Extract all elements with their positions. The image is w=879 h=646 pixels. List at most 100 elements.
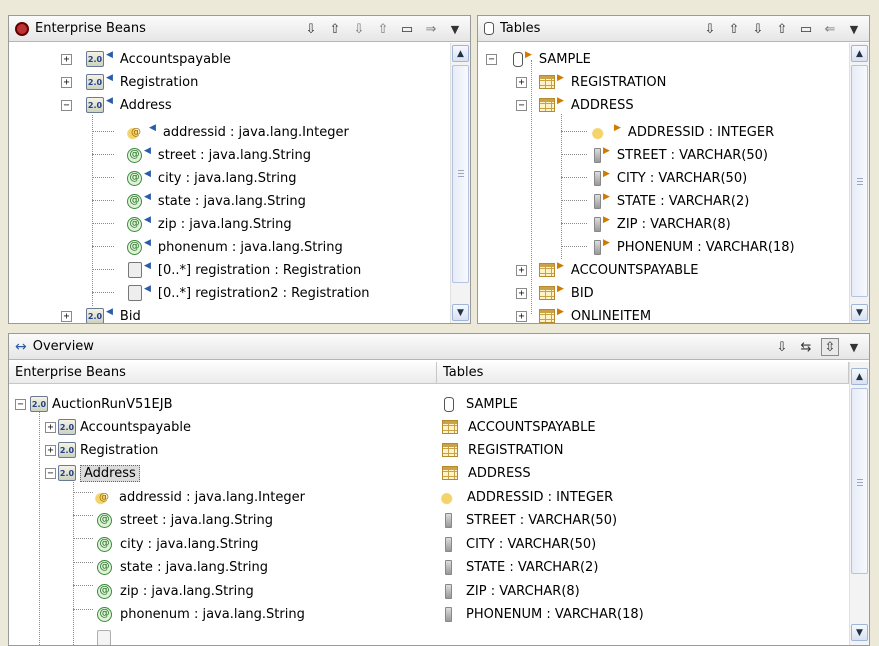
table-row-mapped[interactable]: REGISTRATION [442,439,563,461]
tree-item-phonenum-column[interactable]: ▶ PHONENUM : VARCHAR(18) [594,236,795,258]
next-unmapped-icon[interactable]: ⇩ [749,20,767,38]
tree-item-registration[interactable]: + 2.0 ◀ Registration [61,71,198,93]
view-menu-icon[interactable]: ▼ [845,338,863,356]
tree-item-zip-column[interactable]: ▶ ZIP : VARCHAR(8) [594,213,731,235]
scroll-thumb[interactable] [452,65,469,283]
tree-item-address[interactable]: − 2.0 ◀ Address [61,94,172,116]
table-row[interactable]: @ addressid : java.lang.Integer [93,486,305,508]
view-menu-icon[interactable]: ▼ [446,20,464,38]
tree-item-city-column[interactable]: ▶ CITY : VARCHAR(50) [594,167,747,189]
tree-item-label: Accountspayable [119,51,231,67]
scroll-up-button[interactable]: ▲ [851,368,868,385]
expand-icon[interactable]: + [61,53,72,65]
collapse-all-icon[interactable]: ▭ [797,20,815,38]
table-cell: ADDRESS [468,465,531,481]
tree-item-addressid[interactable]: @ ◀ addressid : java.lang.Integer [125,121,349,143]
collapse-icon[interactable]: − [516,99,527,111]
tree-item-zip[interactable]: @ ◀ zip : java.lang.String [127,213,292,235]
ejb-bean-icon: 2.0 [86,308,104,323]
table-row[interactable]: @ city : java.lang.String [97,533,259,555]
expand-icon[interactable]: + [516,287,527,299]
top-down-view-icon[interactable]: ⇳ [821,338,839,356]
create-mapping-icon[interactable]: ⇩ [302,20,320,38]
table-row[interactable]: − 2.0 AuctionRunV51EJB [15,393,173,415]
collapse-all-icon[interactable]: ▭ [398,20,416,38]
tree-item-onlineitem-table[interactable]: + ▶ ONLINEITEM [516,305,651,323]
tables-tree: − ▶ SAMPLE + ▶ REGISTRATION − ▶ ADDRESS … [478,44,847,323]
view-menu-icon[interactable]: ▼ [845,20,863,38]
remove-mapping-icon[interactable]: ⇧ [725,20,743,38]
expand-icon[interactable]: + [61,310,72,322]
tree-item-street-column[interactable]: ▶ STREET : VARCHAR(50) [594,144,768,166]
table-row-mapped[interactable]: CITY : VARCHAR(50) [445,533,596,555]
table-row[interactable]: @ street : java.lang.String [97,509,273,531]
table-row[interactable]: @ zip : java.lang.String [97,580,254,602]
expand-icon[interactable]: + [516,76,527,88]
table-row-mapped[interactable]: ZIP : VARCHAR(8) [445,580,580,602]
column-header-tables[interactable]: Tables [437,362,849,384]
previous-unmapped-icon[interactable]: ⇧ [773,20,791,38]
next-unmapped-icon[interactable]: ⇩ [350,20,368,38]
mapping-marker-icon: ▶ [557,73,564,83]
table-row-mapped[interactable]: SAMPLE [444,393,518,415]
scroll-thumb[interactable] [851,388,868,574]
expand-icon[interactable]: + [61,76,72,88]
tree-item-bid-table[interactable]: + ▶ BID [516,282,594,304]
swap-view-icon[interactable]: ⇆ [797,338,815,356]
collapse-icon[interactable]: − [15,398,26,410]
overview-toolbar: ⇩ ⇆ ⇳ ▼ [773,338,863,356]
tree-item-registration2-relationship[interactable]: ◀ [0..*] registration2 : Registration [128,282,370,304]
beans-vertical-scrollbar[interactable]: ▲ ▼ [450,43,470,323]
table-row-mapped[interactable]: ADDRESSID : INTEGER [439,486,613,508]
tree-item-accountspayable-table[interactable]: + ▶ ACCOUNTSPAYABLE [516,259,699,281]
collapse-icon[interactable]: − [486,53,497,65]
table-row-mapped[interactable]: ADDRESS [442,462,531,484]
remove-mapping-icon[interactable]: ⇧ [326,20,344,38]
tree-item-bid[interactable]: + 2.0 ◀ Bid [61,305,141,324]
table-row-mapped[interactable]: STREET : VARCHAR(50) [445,509,617,531]
tables-vertical-scrollbar[interactable]: ▲ ▼ [849,43,869,323]
tree-item-label: Bid [119,308,141,324]
scroll-up-button[interactable]: ▲ [851,45,868,62]
tree-item-registration-table[interactable]: + ▶ REGISTRATION [516,71,666,93]
table-row[interactable]: @ state : java.lang.String [97,556,268,578]
tree-item-accountspayable[interactable]: + 2.0 ◀ Accountspayable [61,48,231,70]
table-icon [539,75,555,89]
scroll-thumb[interactable] [851,65,868,297]
tree-item-city[interactable]: @ ◀ city : java.lang.String [127,167,297,189]
table-icon [442,420,458,434]
expand-icon[interactable]: + [516,310,527,322]
collapse-icon[interactable]: − [61,99,72,111]
table-row[interactable]: @ phonenum : java.lang.String [97,603,305,625]
scroll-down-button[interactable]: ▼ [851,304,868,321]
table-row-mapped[interactable]: ACCOUNTSPAYABLE [442,416,596,438]
table-row-mapped[interactable]: STATE : VARCHAR(2) [445,556,598,578]
scroll-down-button[interactable]: ▼ [452,304,469,321]
table-row[interactable]: + 2.0 Accountspayable [45,416,191,438]
tree-item-addressid-column[interactable]: ▶ ADDRESSID : INTEGER [590,121,774,143]
column-header-enterprise-beans[interactable]: Enterprise Beans [9,362,437,384]
create-mapping-icon[interactable]: ⇩ [701,20,719,38]
next-mapped-icon[interactable]: ⇩ [773,338,791,356]
overview-vertical-scrollbar[interactable]: ▲ ▼ [849,362,869,645]
previous-unmapped-icon[interactable]: ⇧ [374,20,392,38]
expand-icon[interactable]: + [516,264,527,276]
tree-item-address-table[interactable]: − ▶ ADDRESS [516,94,634,116]
tree-item-registration-relationship[interactable]: ◀ [0..*] registration : Registration [128,259,361,281]
scroll-down-button[interactable]: ▼ [851,624,868,641]
table-row-selected[interactable]: − 2.0 Address [45,462,140,484]
collapse-icon[interactable]: − [45,467,56,479]
table-row-mapped[interactable]: PHONENUM : VARCHAR(18) [445,603,644,625]
table-icon [484,22,494,35]
expand-icon[interactable]: + [45,421,56,433]
scroll-up-button[interactable]: ▲ [452,45,469,62]
tree-item-sample[interactable]: − ▶ SAMPLE [486,48,591,70]
tree-item-street[interactable]: @ ◀ street : java.lang.String [127,144,311,166]
tree-item-state[interactable]: @ ◀ state : java.lang.String [127,190,306,212]
sync-icon[interactable]: ⇐ [821,20,839,38]
tree-item-state-column[interactable]: ▶ STATE : VARCHAR(2) [594,190,749,212]
tree-item-phonenum[interactable]: @ ◀ phonenum : java.lang.String [127,236,343,258]
expand-icon[interactable]: + [45,444,56,456]
table-row[interactable]: + 2.0 Registration [45,439,158,461]
sync-icon[interactable]: ⇒ [422,20,440,38]
